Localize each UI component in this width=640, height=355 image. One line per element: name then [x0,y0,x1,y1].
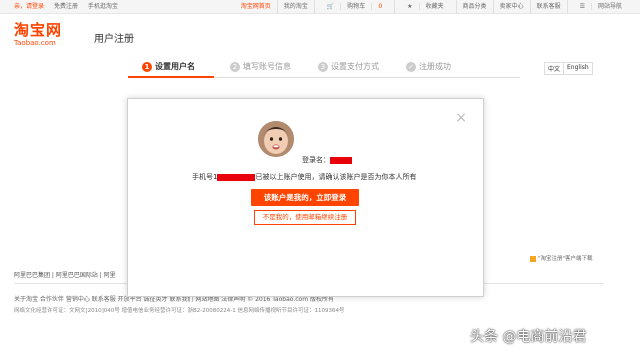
cart-link[interactable]: 🛒 购物车 0 [313,0,394,14]
page-header: 淘宝网 Taobao.com 用户注册 [14,22,634,52]
topbar-right: 淘宝网首页 我的淘宝 🛒 购物车 0 ★ 收藏夹 商品分类 卖家中心 联系客服 ☰ 网站… [235,0,634,14]
register-with-email-button[interactable]: 不是我的，使用邮箱继续注册 [254,210,356,225]
top-navigation-bar: 亲，请登录 免费注册 手机逛淘宝 淘宝网首页 我的淘宝 🛒 购物车 0 ★ 收藏夹 商… [0,0,640,14]
lang-english[interactable]: English [564,62,593,75]
step-label: 设置支付方式 [331,62,379,71]
cart-icon: 🛒 [326,3,335,10]
mobile-link[interactable]: 手机逛淘宝 [88,3,118,10]
favorites-label: 收藏夹 [418,3,450,10]
taobao-home-link[interactable]: 淘宝网首页 [235,0,277,14]
login-name-label: 登录名： [302,156,330,164]
phone-notice: 手机号1 已被以上账户使用，请确认该账户是否为你本人所有 [192,172,416,182]
topbar-left: 亲，请登录 免费注册 手机逛淘宝 [14,0,126,14]
customer-service-link[interactable]: 联系客服 [529,0,567,14]
my-taobao-link[interactable]: 我的淘宝 [276,0,314,14]
step-label: 设置用户名 [155,62,195,71]
registration-steps: 1 设置用户名 2 填写账号信息 3 设置支付方式 ✓ 注册成功 [128,58,520,78]
step-account-info: 2 填写账号信息 [230,61,291,72]
categories-link[interactable]: 商品分类 [455,0,493,14]
group-links[interactable]: 阿里巴巴集团 | 阿里巴巴国际站 | 阿里 [14,270,116,279]
site-nav-label: 网站导航 [590,3,628,10]
register-link[interactable]: 免费注册 [54,3,78,10]
avatar [258,121,294,157]
taobao-logo[interactable]: 淘宝网 Taobao.com [14,22,62,47]
page-title: 用户注册 [94,34,134,45]
phone-notice-text: 已被以上账户使用，请确认该账户是否为你本人所有 [255,173,417,181]
step-label: 注册成功 [419,62,451,71]
site-nav-link[interactable]: ☰ 网站导航 [566,0,634,14]
active-step-underline [128,76,214,78]
check-icon: ✓ [406,61,416,72]
client-download-link[interactable]: "淘宝注册"客户端下载 [530,254,593,262]
favorites-link[interactable]: ★ 收藏夹 [394,0,455,14]
cart-label: 购物车 [340,3,372,10]
login-link[interactable]: 亲，请登录 [14,3,44,10]
tag-icon [530,255,536,262]
lang-chinese[interactable]: 中文 [544,62,565,75]
account-exists-dialog: × 登录名： 手机号1 已被以上账户使用，请确认该账户是否为你本人所有 该账户是… [127,98,484,297]
redacted-phone [217,173,256,181]
login-now-button[interactable]: 该账户是我的，立即登录 [251,189,359,206]
license-info: 网络文化经营许可证：文网文[2010]040号 增值电信业务经营许可证：浙B2-… [14,308,345,314]
logo-chinese-text: 淘宝网 [14,21,63,39]
client-download-label: "淘宝注册"客户端下载 [538,256,593,262]
cart-count: 0 [371,3,389,10]
step-number: 2 [230,61,240,72]
login-name-row: 登录名： [302,155,352,165]
step-label: 填写账号信息 [243,62,291,71]
language-switcher: 中文 English [544,62,593,75]
star-icon: ★ [407,3,413,10]
watermark: 头条 @电商前沿君 [470,329,587,345]
redacted-username [330,156,352,164]
seller-center-link[interactable]: 卖家中心 [492,0,530,14]
step-payment-method: 3 设置支付方式 [318,61,379,72]
step-number: 3 [318,61,328,72]
step-number: 1 [142,61,152,72]
close-icon[interactable]: × [455,111,467,125]
logo-english-text: Taobao.com [14,39,56,47]
menu-icon: ☰ [579,3,585,10]
step-success: ✓ 注册成功 [406,61,451,72]
step-set-username: 1 设置用户名 [142,61,195,72]
phone-prefix: 手机号1 [192,173,218,181]
baby-photo [258,121,294,157]
